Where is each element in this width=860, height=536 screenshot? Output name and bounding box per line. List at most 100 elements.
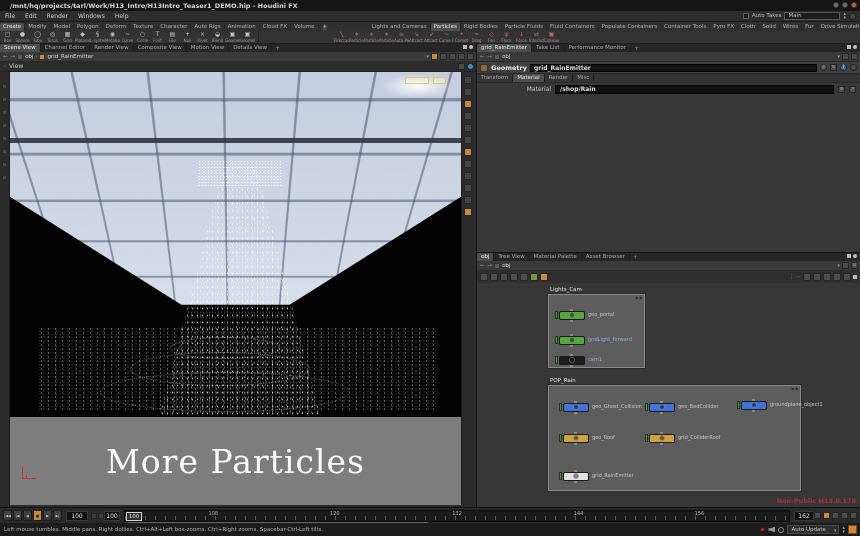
current-frame-field[interactable]: 100 bbox=[66, 511, 88, 521]
rotate-tool-icon[interactable] bbox=[2, 110, 7, 115]
node-body[interactable] bbox=[563, 403, 589, 412]
take-stepper[interactable]: ▴▾ bbox=[843, 12, 846, 20]
shelf-tool[interactable]: ◯ Tube bbox=[30, 31, 45, 43]
shelf-tool[interactable]: ⇄ Interact bbox=[529, 31, 544, 43]
pane-tab[interactable]: Details View bbox=[229, 44, 272, 52]
forward-icon[interactable]: → bbox=[487, 53, 492, 60]
range-end-field[interactable]: 162 bbox=[794, 511, 814, 521]
maximize-button[interactable] bbox=[842, 2, 848, 8]
update-stepper[interactable]: ▴▾ bbox=[842, 526, 845, 534]
flag-icon[interactable] bbox=[842, 262, 849, 269]
overflow-icon[interactable]: ⋮ bbox=[789, 274, 794, 280]
node-layout-icon[interactable] bbox=[500, 273, 508, 281]
display-flag[interactable] bbox=[737, 401, 740, 409]
snap-tool-icon[interactable] bbox=[2, 175, 7, 180]
axis-toggle-icon[interactable] bbox=[458, 63, 465, 70]
shelf-tab[interactable]: Texture bbox=[130, 23, 157, 31]
pane-maximize-icon[interactable] bbox=[847, 254, 851, 258]
pane-tab[interactable]: Tree View bbox=[494, 253, 529, 261]
persp-icon[interactable] bbox=[458, 53, 465, 60]
pane-split-icon[interactable] bbox=[853, 275, 857, 279]
shelf-tab[interactable]: Lights and Cameras bbox=[369, 23, 431, 31]
pose-tool-icon[interactable] bbox=[2, 136, 7, 141]
display-flag[interactable] bbox=[645, 434, 648, 442]
node-list-icon[interactable] bbox=[480, 273, 488, 281]
audio-icon[interactable] bbox=[832, 512, 839, 519]
parameter-tab[interactable]: Transform bbox=[477, 74, 513, 82]
select-tool-icon[interactable] bbox=[2, 84, 7, 89]
info-icon[interactable] bbox=[850, 64, 857, 71]
shelf-tool[interactable]: ↓ Force bbox=[514, 31, 529, 43]
points-display-icon[interactable] bbox=[464, 100, 472, 108]
display-flag[interactable] bbox=[559, 403, 562, 411]
shelf-tool[interactable]: ╲ Firecracke... bbox=[334, 31, 349, 43]
snapshot-icon[interactable] bbox=[431, 53, 438, 60]
shelf-tool[interactable]: ▢ Box bbox=[0, 31, 15, 43]
close-button[interactable] bbox=[851, 2, 857, 8]
display-options-icon[interactable] bbox=[464, 76, 472, 84]
network-box-lights-cam[interactable]: Lights_Cam ▪ ▪ geo_portal bbox=[548, 294, 645, 368]
loop-icon[interactable] bbox=[823, 512, 830, 519]
transport-button[interactable]: |◀ bbox=[13, 510, 22, 521]
network-node[interactable]: grid_ColliderRoof bbox=[645, 433, 720, 443]
primitive-icon[interactable] bbox=[464, 172, 472, 180]
filter-icon[interactable] bbox=[851, 53, 858, 60]
node-body[interactable] bbox=[563, 472, 589, 481]
magnifier-icon[interactable]: ⊙ bbox=[851, 262, 858, 269]
node-grid-icon[interactable] bbox=[490, 273, 498, 281]
chevron-down-icon[interactable]: ▾ bbox=[426, 54, 429, 60]
shelf-tab[interactable]: Model bbox=[51, 23, 75, 31]
forward-icon[interactable]: → bbox=[487, 262, 492, 269]
speaker-icon[interactable] bbox=[768, 527, 775, 533]
pane-tab[interactable]: Render View bbox=[90, 44, 133, 52]
zoom-icon[interactable] bbox=[843, 273, 851, 281]
shelf-tool[interactable]: ▣ Geometry bbox=[225, 31, 240, 43]
globe-icon[interactable] bbox=[467, 63, 474, 70]
grid-snap-icon[interactable] bbox=[823, 273, 831, 281]
parameter-tab[interactable]: Misc bbox=[573, 74, 594, 82]
shelf-tab[interactable]: Character bbox=[157, 23, 191, 31]
shelf-tool[interactable]: ∗ Particles fr... bbox=[349, 31, 364, 43]
path-node[interactable]: grid_RainEmitter bbox=[47, 54, 93, 60]
shelf-tab[interactable]: Rigid Bodies bbox=[461, 23, 502, 31]
shelf-tool[interactable]: ∗ Particles fr... bbox=[379, 31, 394, 43]
menu-item[interactable]: Help bbox=[110, 13, 134, 20]
shelf-tab[interactable]: Drive Simulation bbox=[818, 23, 860, 31]
shelf-tab[interactable]: Fur bbox=[802, 23, 818, 31]
shelf-tool[interactable]: ◎ Torus bbox=[45, 31, 60, 43]
grid-toggle-icon[interactable] bbox=[464, 208, 472, 216]
layout-icon[interactable] bbox=[467, 53, 474, 60]
shelf-tab[interactable]: Cloth bbox=[738, 23, 759, 31]
render-icon[interactable] bbox=[449, 53, 456, 60]
shelf-tool[interactable]: ▣ Geometry bbox=[240, 31, 255, 43]
frame-dec-icon[interactable] bbox=[91, 513, 97, 519]
help-icon[interactable]: ? bbox=[840, 64, 847, 71]
overview-icon[interactable] bbox=[833, 273, 841, 281]
network-node[interactable]: gridLight_forward bbox=[555, 335, 632, 345]
lighting-icon[interactable] bbox=[464, 136, 472, 144]
shelf-tool[interactable]: ∗ Particles fr... bbox=[364, 31, 379, 43]
scale-tool-icon[interactable] bbox=[2, 123, 7, 128]
node-body[interactable] bbox=[563, 434, 589, 443]
back-icon[interactable]: ← bbox=[480, 53, 485, 60]
auto-takes-checkbox[interactable] bbox=[743, 13, 749, 19]
shelf-tab[interactable]: Animation bbox=[225, 23, 260, 31]
pin-icon[interactable] bbox=[494, 54, 500, 60]
pane-tab[interactable]: Asset Browser bbox=[582, 253, 630, 261]
more-icon[interactable]: ⋯ bbox=[796, 274, 801, 280]
shelf-tab[interactable]: Populate Containers bbox=[599, 23, 661, 31]
pane-tab[interactable]: Channel Editor bbox=[41, 44, 91, 52]
network-node[interactable]: groundplane_object1 bbox=[737, 400, 823, 410]
shelf-tool[interactable]: ↙ Attract to ... bbox=[424, 31, 439, 43]
pane-tab[interactable]: Material Palette bbox=[530, 253, 582, 261]
node-color-icon[interactable] bbox=[520, 273, 528, 281]
material-display-icon[interactable] bbox=[464, 196, 472, 204]
display-flag[interactable] bbox=[645, 403, 648, 411]
shelf-tab[interactable]: Auto Rigs bbox=[191, 23, 224, 31]
node-body[interactable] bbox=[649, 434, 675, 443]
minimize-button[interactable] bbox=[833, 2, 839, 8]
pane-tab[interactable]: grid_RainEmitter bbox=[477, 44, 532, 52]
playbar-options-icon[interactable] bbox=[841, 512, 848, 519]
vertex-icon[interactable] bbox=[464, 160, 472, 168]
display-flag[interactable] bbox=[555, 336, 558, 344]
